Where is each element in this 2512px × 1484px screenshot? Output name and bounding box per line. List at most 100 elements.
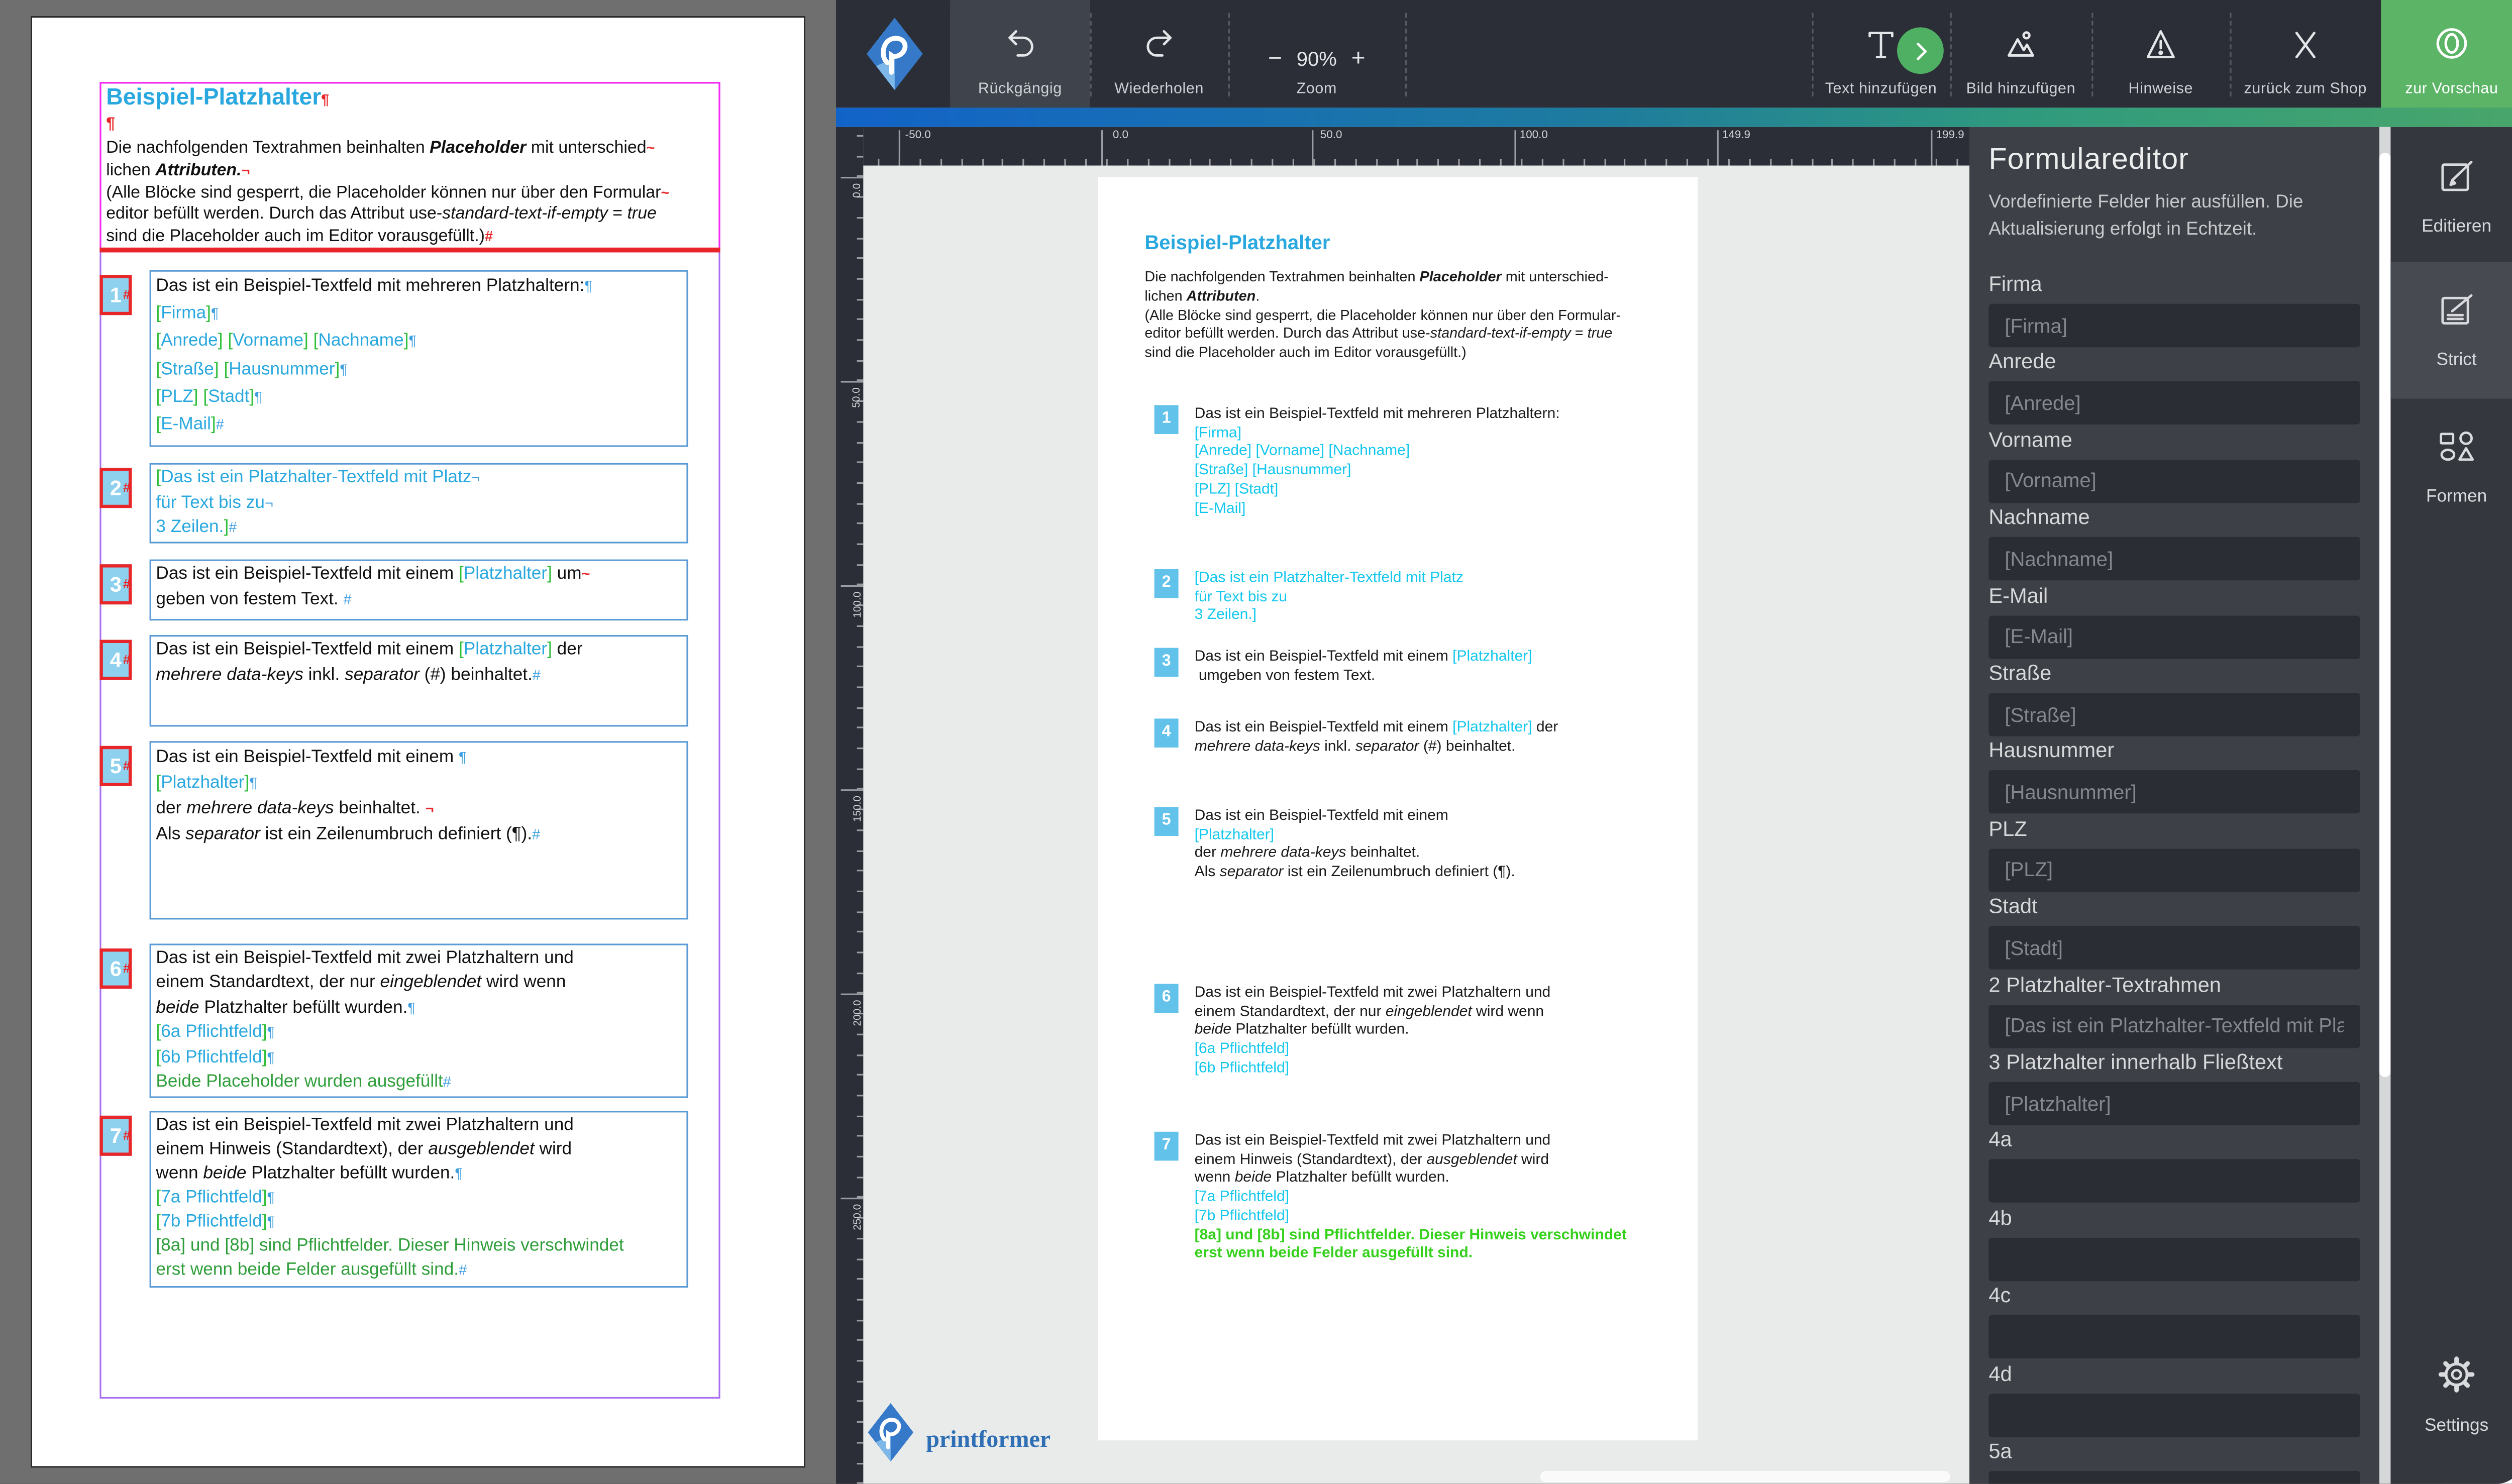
ruler-tick — [1562, 159, 1563, 166]
redo-button[interactable]: Wiederholen — [1090, 0, 1228, 108]
text-line: [7b Pflichtfeld]¶ — [156, 1211, 686, 1235]
collapse-sidebar-button[interactable] — [1897, 27, 1944, 74]
preview-block-number-badge: 3 — [1155, 648, 1179, 677]
text-line: der mehrere data-keys beinhaltet. — [1195, 843, 1515, 862]
horizontal-ruler: -50.00.050.0100.0149.9199.9 — [863, 127, 1969, 166]
zoom-in-button[interactable]: + — [1351, 47, 1366, 71]
ruler-tick — [1645, 159, 1647, 166]
text-line: Das ist ein Beispiel-Textfeld mit einem … — [156, 638, 686, 663]
horizontal-scrollbar[interactable] — [1540, 1471, 1950, 1482]
field-input-Stadt[interactable] — [1988, 926, 2360, 970]
text-line: Das ist ein Beispiel-Textfeld mit mehrer… — [156, 273, 686, 301]
field-label-4c: 4c — [1988, 1283, 2011, 1307]
text-line: editor befüllt werden. Durch das Attribu… — [106, 205, 669, 227]
text-line: mehrere data-keys inkl. separator (#) be… — [1195, 736, 1558, 755]
text-line: Das ist ein Beispiel-Textfeld mit einem … — [1195, 646, 1532, 665]
field-input-4c[interactable] — [1988, 1315, 2360, 1358]
hints-button[interactable]: Hinweise — [2091, 0, 2230, 108]
text-line: beide Platzhalter befüllt wurden. — [1195, 1020, 1551, 1038]
field-input-Firma[interactable] — [1988, 304, 2360, 347]
ruler-tick — [1147, 159, 1149, 166]
preview-text-block-1: Das ist ein Beispiel-Textfeld mit mehrer… — [1195, 403, 1560, 516]
ruler-tick — [878, 159, 879, 166]
back-to-shop-button[interactable]: zurück zum Shop — [2230, 0, 2381, 108]
preview-text-block-2: [Das ist ein Platzhalter-Textfeld mit Pl… — [1195, 568, 1463, 624]
ruler-tick — [857, 1054, 864, 1055]
intro-paragraph: Die nachfolgenden Textrahmen beinhalten … — [106, 138, 669, 249]
undo-button[interactable]: Rückgängig — [950, 0, 1090, 108]
ruler-tick — [1458, 159, 1460, 166]
text-line: Beide Placeholder wurden ausgefüllt# — [156, 1071, 686, 1095]
ruler-tick — [1894, 159, 1896, 166]
ruler-major-tick — [1101, 130, 1103, 165]
field-input-2 Platzhalter-Textrahmen[interactable] — [1988, 1004, 2360, 1047]
ruler-tick — [1417, 159, 1418, 166]
text-line: [Das ist ein Platzhalter-Textfeld mit Pl… — [156, 466, 686, 491]
printformer-watermark: printformer — [867, 1402, 1051, 1463]
ruler-tick — [857, 748, 864, 749]
ruler-tick-label: 250.0 — [852, 1204, 863, 1230]
ruler-tick — [1272, 159, 1274, 166]
field-input-4d[interactable] — [1988, 1393, 2360, 1436]
ruler-tick — [857, 1279, 864, 1280]
text-line: Das ist ein Beispiel-Textfeld mit einem … — [156, 745, 686, 770]
ruler-tick — [857, 768, 864, 770]
text-line: Die nachfolgenden Textrahmen beinhalten … — [106, 138, 669, 160]
sidebar-scrollbar-thumb[interactable] — [2379, 153, 2390, 1077]
text-line: [E-Mail] — [1195, 497, 1560, 516]
field-label-Hausnummer: Hausnummer — [1988, 738, 2114, 763]
ruler-tick — [857, 441, 864, 443]
ruler-tick — [857, 707, 864, 708]
field-input-PLZ[interactable] — [1988, 849, 2360, 892]
ruler-tick — [1500, 159, 1502, 166]
text-line: der mehrere data-keys beinhaltet. ¬ — [156, 796, 686, 821]
text-line: [Anrede] [Vorname] [Nachname] — [1195, 441, 1560, 460]
field-input-Nachname[interactable] — [1988, 537, 2360, 580]
rail-item-settings[interactable]: Settings — [2390, 1352, 2512, 1435]
field-input-5a[interactable] — [1988, 1471, 2360, 1484]
ruler-tick — [857, 462, 864, 463]
field-input-Straße[interactable] — [1988, 693, 2360, 736]
preview-button[interactable]: zur Vorschau — [2381, 0, 2512, 108]
layout-text-block-2[interactable]: [Das ist ein Platzhalter-Textfeld mit Pl… — [150, 463, 688, 544]
text-line: 3 Zeilen.]# — [156, 516, 686, 542]
layout-text-block-4[interactable]: Das ist ein Beispiel-Textfeld mit einem … — [150, 635, 688, 726]
field-input-3 Platzhalter innerhalb Fließtext[interactable] — [1988, 1082, 2360, 1125]
layout-text-block-7[interactable]: Das ist ein Beispiel-Textfeld mit zwei P… — [150, 1111, 688, 1288]
zoom-out-button[interactable]: − — [1268, 47, 1282, 71]
field-input-Anrede[interactable] — [1988, 382, 2360, 425]
add-image-label: Bild hinzufügen — [1966, 80, 2075, 98]
add-image-button[interactable]: Bild hinzufügen — [1950, 0, 2092, 108]
sidebar-title: Formulareditor — [1988, 142, 2188, 177]
ruler-tick — [857, 931, 864, 933]
ruler-tick — [857, 829, 864, 831]
ruler-major-tick — [1931, 130, 1932, 165]
layout-text-block-5[interactable]: Das ist ein Beispiel-Textfeld mit einem … — [150, 741, 688, 919]
text-line: [8a] und [8b] sind Pflichtfelder. Dieser… — [1195, 1224, 1627, 1243]
form-editor-sidebar: Formulareditor Vordefinierte Felder hier… — [1969, 127, 2379, 1484]
layout-text-block-6[interactable]: Das ist ein Beispiel-Textfeld mit zwei P… — [150, 943, 688, 1098]
editor-canvas[interactable]: Beispiel-Platzhalter Die nachfolgenden T… — [863, 166, 1969, 1484]
layout-text-block-1[interactable]: Das ist ein Beispiel-Textfeld mit mehrer… — [150, 270, 688, 447]
ruler-tick — [857, 237, 864, 239]
rail-item-shapes[interactable]: Formen — [2390, 426, 2512, 506]
layout-page: Beispiel-Platzhalter¶ ¶ Die nachfolgende… — [31, 16, 805, 1468]
field-input-E-Mail[interactable] — [1988, 615, 2360, 658]
text-line: Das ist ein Beispiel-Textfeld mit zwei P… — [156, 1114, 686, 1138]
ruler-tick — [1230, 159, 1232, 166]
layout-text-block-3[interactable]: Das ist ein Beispiel-Textfeld mit einem … — [150, 560, 688, 621]
printformer-logo-icon — [865, 16, 924, 99]
field-input-Vorname[interactable] — [1988, 460, 2360, 503]
rail-item-strict[interactable]: Strict — [2390, 262, 2512, 399]
ruler-tick — [1023, 159, 1024, 166]
ruler-tick — [1334, 159, 1335, 166]
toolbar-separator — [1405, 13, 1407, 96]
ruler-tick — [1127, 159, 1128, 166]
rail-item-edit[interactable]: Editieren — [2390, 156, 2512, 236]
field-input-4b[interactable] — [1988, 1237, 2360, 1281]
vertical-ruler: 0.050.0100.0150.0200.0250.0 — [836, 127, 863, 1484]
field-input-4a[interactable] — [1988, 1159, 2360, 1203]
field-label-Stadt: Stadt — [1988, 894, 2037, 918]
field-input-Hausnummer[interactable] — [1988, 771, 2360, 814]
text-line: Das ist ein Beispiel-Textfeld mit einem — [1195, 805, 1515, 824]
